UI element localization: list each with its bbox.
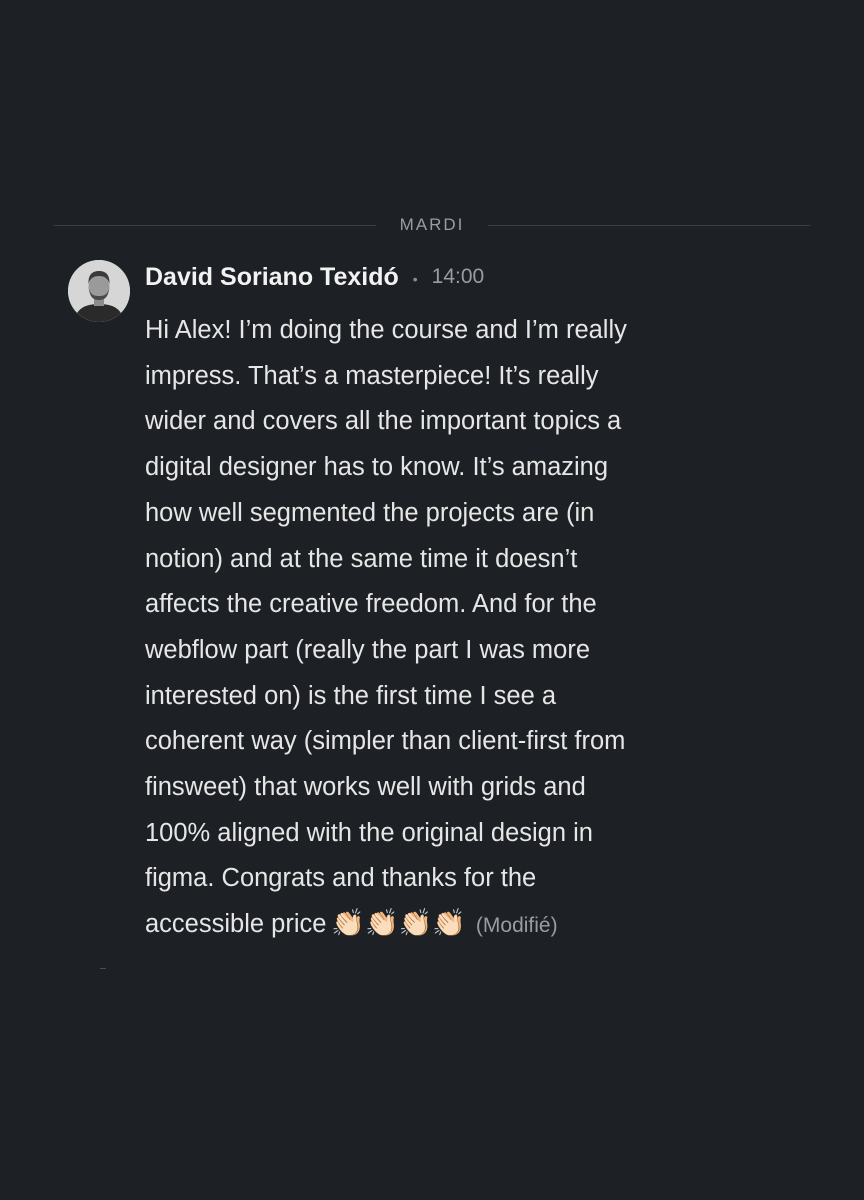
edited-label: (Modifié) (475, 914, 558, 938)
day-divider: MARDI (54, 210, 810, 240)
day-divider-label: MARDI (399, 215, 465, 234)
divider-line-left (54, 224, 376, 226)
message-body: David Soriano Texidó • 14:00 Hi Alex! I’… (145, 258, 785, 949)
clapping-hands-emoji: 👏🏻👏🏻👏🏻👏🏻 (331, 908, 466, 939)
decorative-mark (100, 968, 106, 969)
message-text-content: Hi Alex! I’m doing the course and I’m re… (145, 316, 627, 939)
avatar[interactable] (68, 260, 130, 322)
divider-line-right (488, 224, 810, 226)
message-text: Hi Alex! I’m doing the course and I’m re… (145, 308, 785, 949)
separator-dot: • (412, 271, 418, 287)
message-header: David Soriano Texidó • 14:00 (145, 258, 785, 296)
message-timestamp[interactable]: 14:00 (432, 265, 485, 289)
author-name[interactable]: David Soriano Texidó (145, 263, 399, 292)
user-avatar-icon (68, 260, 130, 322)
